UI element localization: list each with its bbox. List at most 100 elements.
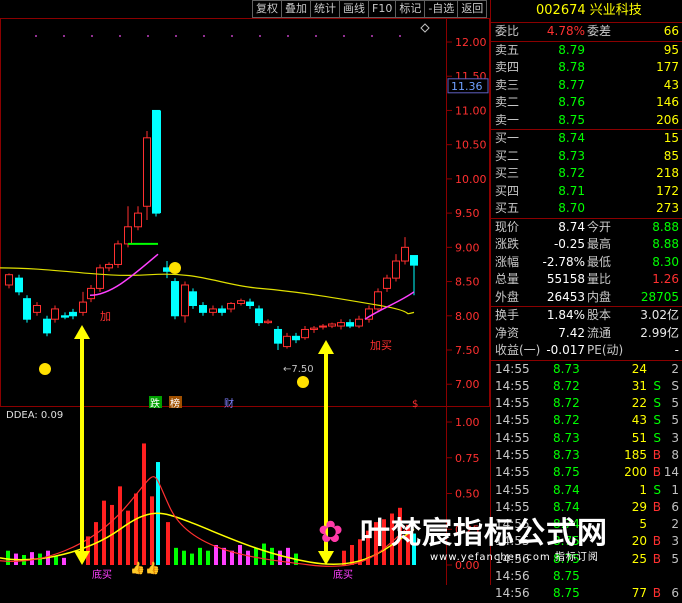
indicator-bar xyxy=(62,557,66,565)
tick-row: 14:55 8.73 51 S 3 xyxy=(491,430,682,447)
menu-biaoji[interactable]: 标记 xyxy=(395,0,425,18)
indicator-bar xyxy=(166,522,170,565)
stat-label2: 最高 xyxy=(587,237,612,251)
tick-count: 2 xyxy=(671,517,679,532)
sell-label: 卖三 xyxy=(495,77,520,92)
stat-label: 换手 xyxy=(495,308,520,322)
tick-count: 3 xyxy=(671,430,679,445)
y-tick-label: 7.00 xyxy=(455,378,480,391)
event-marker-label: 跌 xyxy=(150,397,160,410)
buy-price: 8.72 xyxy=(558,166,585,180)
tick-row: 14:55 8.73 185 B 8 xyxy=(491,447,682,464)
tick-row: 14:55 8.74 1 S 1 xyxy=(491,482,682,499)
tick-time: 14:55 xyxy=(495,482,530,497)
sell-volume: 43 xyxy=(663,77,679,92)
menu-tongji[interactable]: 统计 xyxy=(310,0,339,18)
menu-huaxian[interactable]: 画线 xyxy=(339,0,368,18)
tick-price: 8.74 xyxy=(553,482,580,497)
ind-tick-label: 0.50 xyxy=(455,488,480,501)
menu-diejia[interactable]: 叠加 xyxy=(281,0,310,18)
candle-body xyxy=(143,137,151,207)
tick-volume: 22 xyxy=(631,396,647,411)
stat-label: 外盘 xyxy=(495,289,520,304)
menu-fanhui[interactable]: 返回 xyxy=(457,0,488,18)
ind-tick-label: 1.00 xyxy=(455,416,480,429)
stat-label2: PE(动) xyxy=(587,343,624,357)
tick-count: 3 xyxy=(671,534,679,549)
watermark-subtitle: www.yefanchen.com 指标订阅 xyxy=(430,552,599,563)
indicator-bar xyxy=(102,500,106,565)
menu-zixuan[interactable]: -自选 xyxy=(424,0,458,18)
buy-label: 买五 xyxy=(495,201,520,215)
tick-side: S xyxy=(653,396,661,411)
tick-count: 6 xyxy=(671,586,679,601)
indicator-bar xyxy=(150,496,154,565)
buy-row: 买一 8.74 15 xyxy=(491,130,682,148)
marker-dot xyxy=(371,35,373,37)
buy-price: 8.73 xyxy=(558,148,585,163)
candle-body xyxy=(87,287,95,300)
tick-volume: 31 xyxy=(631,378,647,393)
annotation-label: ←7.50 xyxy=(283,364,314,375)
stat-value: -2.78% xyxy=(542,254,585,269)
marker-dot xyxy=(91,35,93,37)
event-marker-label: 榜 xyxy=(170,397,180,410)
marker-dot xyxy=(259,35,261,37)
highlight-bar xyxy=(152,110,161,214)
buy-row: 买三 8.72 218 xyxy=(491,165,682,183)
sell-label: 卖五 xyxy=(495,42,520,57)
candle-body xyxy=(114,243,122,265)
arrow-icon-head-top xyxy=(74,325,90,339)
kline-chart[interactable]: 12.0011.5011.0010.5010.009.509.008.508.0… xyxy=(0,0,490,585)
tick-side: B xyxy=(652,499,661,514)
stat-label2: 股本 xyxy=(587,308,612,322)
buy-volume: 218 xyxy=(656,166,679,180)
tick-time: 14:55 xyxy=(495,465,530,480)
indicator-label: 底买 xyxy=(333,568,353,581)
stock-code: 002674 xyxy=(536,3,586,18)
stock-name: 兴业科技 xyxy=(589,3,642,18)
sell-label: 卖二 xyxy=(495,95,520,109)
toolbar-menu: 复权 叠加 统计 画线 F10 标记 -自选 返回 xyxy=(252,0,488,18)
sell-book: 卖五 8.79 95 卖四 8.78 177 卖三 8.77 43 卖二 8.76 146 卖一 8.75… xyxy=(491,42,682,130)
tick-time: 14:55 xyxy=(495,361,530,376)
candle-body xyxy=(301,328,309,339)
candle-body xyxy=(410,255,418,266)
buy-volume: 85 xyxy=(663,148,679,163)
stat-value: 26453 xyxy=(546,289,585,304)
tick-list[interactable]: 14:55 8.73 24 2 14:55 8.72 31 S S 14:55 8.72 22 S 5 14… xyxy=(491,361,682,603)
marker-dot xyxy=(343,35,345,37)
indicator-bar xyxy=(198,547,202,565)
indicator-bar xyxy=(134,493,138,565)
tick-row: 14:56 8.75 77 B 6 xyxy=(491,585,682,602)
stat-row: 总量 55158 量比 1.26 xyxy=(491,271,682,289)
menu-fuquan[interactable]: 复权 xyxy=(252,0,281,18)
tick-time: 14:55 xyxy=(495,396,530,411)
buy-price: 8.71 xyxy=(558,183,585,198)
buy-book: 买一 8.74 15 买二 8.73 85 买三 8.72 218 买四 8.71 172 买五 8.70… xyxy=(491,130,682,219)
candle-body xyxy=(392,260,400,279)
tick-count: 5 xyxy=(671,551,679,566)
annotation-label: 加 xyxy=(100,310,111,323)
tick-count: S xyxy=(671,378,679,393)
candle-body xyxy=(237,300,245,304)
menu-f10[interactable]: F10 xyxy=(368,0,396,18)
tick-count: 5 xyxy=(671,396,679,411)
candle-body xyxy=(171,281,179,317)
buy-price: 8.74 xyxy=(558,131,585,145)
y-tick-label: 9.50 xyxy=(455,207,480,220)
stat-value: 55158 xyxy=(546,272,585,286)
tick-time: 14:56 xyxy=(495,569,530,584)
stat-label: 总量 xyxy=(495,272,520,286)
candle-body xyxy=(246,301,254,307)
stat-label: 现价 xyxy=(495,219,520,234)
stat-row: 涨幅 -2.78% 最低 8.30 xyxy=(491,254,682,272)
candle-body xyxy=(383,277,391,289)
price-tag-label: 11.36 xyxy=(451,80,483,93)
sell-row: 卖一 8.75 206 xyxy=(491,112,682,130)
indicator-bar xyxy=(342,550,346,565)
stat-row: 现价 8.74 今开 8.88 xyxy=(491,219,682,237)
tick-price: 8.73 xyxy=(553,430,580,445)
tick-side: B xyxy=(652,465,661,480)
stat-value2: 8.88 xyxy=(652,219,679,234)
